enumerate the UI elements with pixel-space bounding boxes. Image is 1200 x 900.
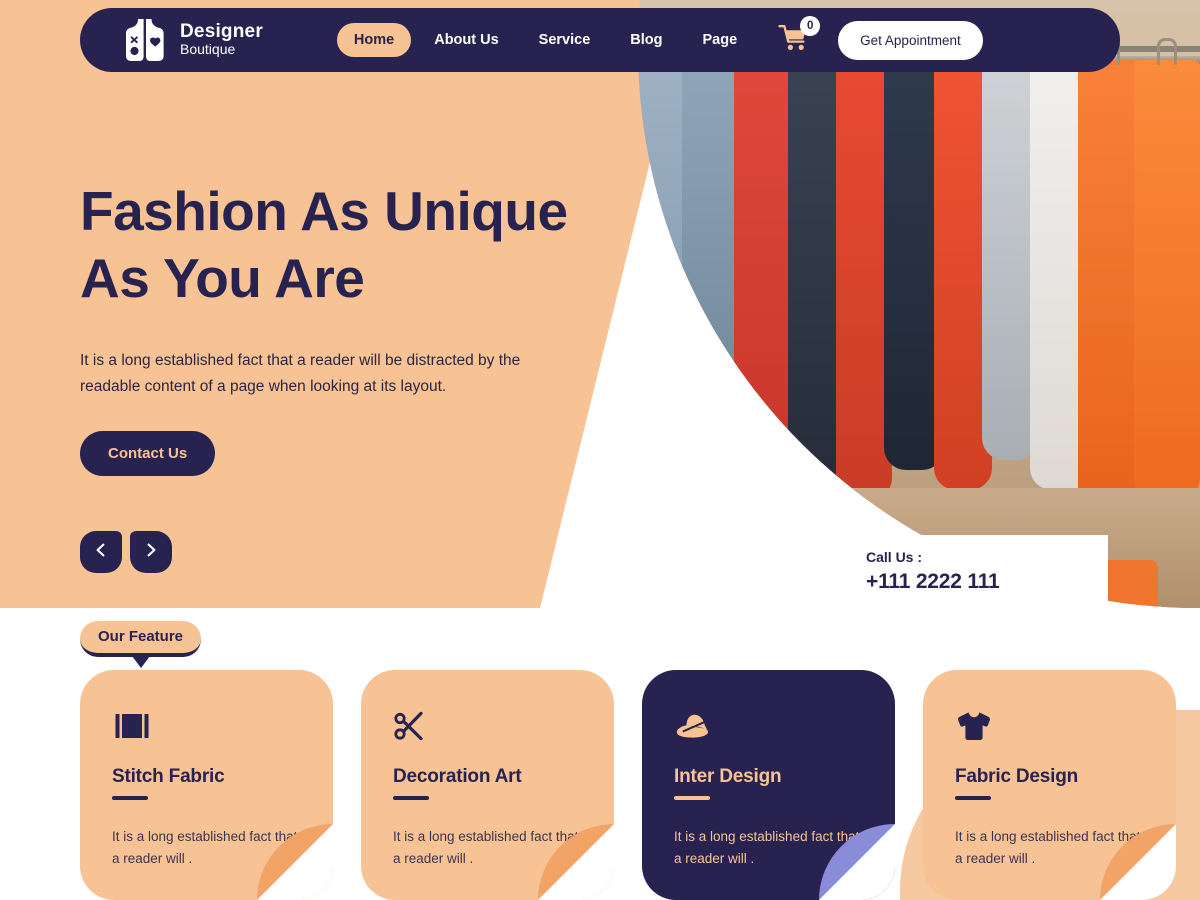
call-us-card: Call Us : +111 2222 111: [818, 535, 1108, 607]
nav-link-blog[interactable]: Blog: [613, 23, 679, 57]
nav-link-home[interactable]: Home: [336, 23, 412, 57]
brand-logo[interactable]: Designer Boutique: [80, 17, 263, 63]
get-appointment-button[interactable]: Get Appointment: [838, 20, 983, 60]
feature-card-fabric-design[interactable]: Fabric Design It is a long established f…: [923, 670, 1176, 900]
feature-card-title: Inter Design: [674, 766, 782, 787]
tshirt-icon: [955, 706, 1144, 746]
fabric-swatch-icon: [112, 706, 301, 746]
nav-link-about-us[interactable]: About Us: [417, 23, 515, 57]
call-us-number[interactable]: +111 2222 111: [866, 570, 1108, 594]
feature-card-title: Stitch Fabric: [112, 766, 225, 787]
hero-title-line-1: Fashion As Unique: [80, 180, 568, 242]
cart-button[interactable]: 0: [778, 16, 821, 57]
our-feature-badge: Our Feature: [80, 621, 202, 657]
scissors-icon: [393, 706, 582, 746]
feature-card-title: Decoration Art: [393, 766, 522, 787]
page-root: Designer Boutique Home About Us Service …: [0, 0, 1200, 900]
nav-link-service[interactable]: Service: [522, 23, 608, 57]
chevron-right-icon: [143, 542, 159, 563]
feature-card-stitch-fabric[interactable]: Stitch Fabric It is a long established f…: [80, 670, 333, 900]
chevron-left-icon: [93, 542, 109, 563]
carousel-prev-button[interactable]: [80, 531, 122, 573]
carousel-controls: [80, 531, 172, 573]
brand-title: Designer: [180, 20, 263, 42]
title-underline: [674, 796, 710, 800]
call-us-label: Call Us :: [866, 548, 923, 565]
feature-card-inter-design[interactable]: Inter Design It is a long established fa…: [642, 670, 895, 900]
vest-icon: [124, 17, 166, 63]
hero-description: It is a long established fact that a rea…: [80, 352, 521, 395]
navbar: Designer Boutique Home About Us Service …: [80, 8, 1120, 72]
title-underline: [955, 796, 991, 800]
brand-subtitle: Boutique: [180, 40, 236, 57]
feature-card-title: Fabric Design: [955, 766, 1079, 787]
hat-icon: [674, 706, 863, 746]
carousel-next-button[interactable]: [130, 531, 172, 573]
title-underline: [393, 796, 429, 800]
hero-title-line-2: As You Are: [80, 247, 365, 310]
shopping-cart-icon: [778, 25, 812, 57]
nav-links: Home About Us Service Blog Page: [336, 23, 754, 57]
cart-count-badge: 0: [800, 16, 821, 36]
hero-content: Fashion As Unique As You Are It is a lon…: [80, 178, 640, 477]
feature-cards: Stitch Fabric It is a long established f…: [80, 670, 1176, 900]
contact-us-button[interactable]: Contact Us: [80, 431, 216, 477]
hero-title: Fashion As Unique As You Are: [80, 178, 640, 312]
nav-link-page[interactable]: Page: [685, 23, 754, 57]
feature-card-decoration-art[interactable]: Decoration Art It is a long established …: [361, 670, 614, 900]
title-underline: [112, 796, 148, 800]
